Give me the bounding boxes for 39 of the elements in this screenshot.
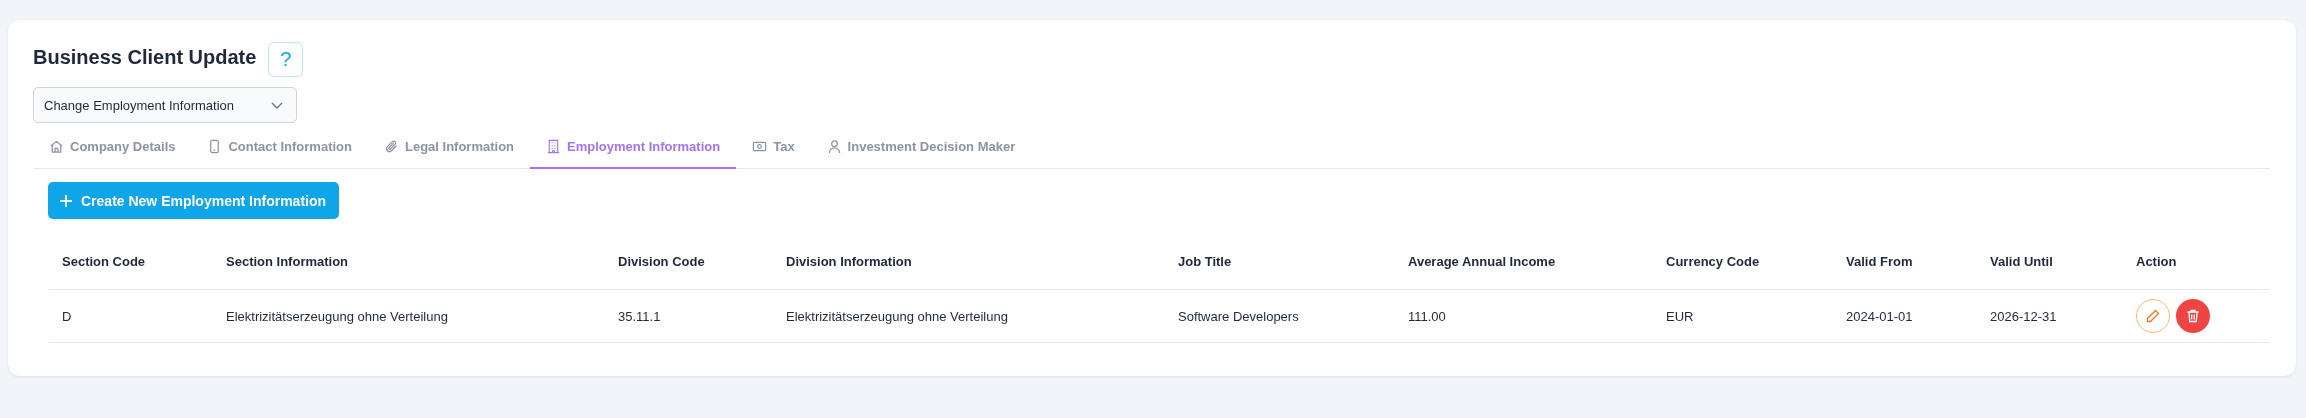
tab[interactable]: Company Details: [33, 129, 192, 169]
action-select[interactable]: Change Employment Information: [33, 87, 297, 123]
column-header: Average Annual Income: [1407, 253, 1557, 269]
column-header: Currency Code: [1665, 253, 1761, 269]
table-cell-text: 2024-01-01: [1845, 308, 1914, 324]
column-header: Valid From: [1845, 253, 1914, 269]
table-cell-text: 2026-12-31: [1989, 308, 2058, 324]
table-cell-text: Elektrizitätserzeugung ohne Verteilung: [785, 308, 1009, 324]
create-button[interactable]: Create New Employment Information: [48, 182, 340, 219]
column-header: Division Information: [785, 253, 913, 269]
column-header: Division Code: [617, 253, 706, 269]
table-cell-text: D: [61, 308, 73, 324]
delete-button[interactable]: [2176, 299, 2210, 333]
tab[interactable]: Contact Information: [191, 129, 368, 169]
table-cell-text: EUR: [1665, 308, 1695, 324]
tab[interactable]: Legal Information: [368, 129, 531, 169]
building-icon: [546, 139, 562, 154]
table-cell-text: 111.00: [1407, 308, 1447, 324]
edit-button[interactable]: [2136, 299, 2170, 333]
home-icon: [49, 139, 64, 154]
tab[interactable]: Tax: [736, 129, 811, 169]
user-icon: [826, 139, 842, 154]
table-cell-text: 35.11.1: [617, 308, 662, 324]
tab[interactable]: Employment Information: [530, 129, 737, 169]
pencil-icon: [2145, 308, 2161, 324]
column-header: Section Code: [61, 253, 147, 269]
column-header: Valid Until: [1989, 253, 2054, 269]
column-header: Action: [2135, 253, 2178, 269]
trash-icon: [2185, 308, 2201, 324]
table-cell-text: Software Developers: [1177, 308, 1300, 324]
help-button[interactable]: ?: [268, 42, 304, 77]
plus-icon: [59, 193, 73, 208]
table-cell-text: Elektrizitätserzeugung ohne Verteilung: [225, 308, 449, 324]
column-header: Section Information: [225, 253, 350, 269]
column-header: Job Title: [1177, 253, 1233, 269]
tab[interactable]: Investment Decision Maker: [810, 129, 1032, 169]
paperclip-icon: [384, 139, 399, 154]
cash-icon: [752, 139, 768, 154]
page-title: Business Client Update: [33, 46, 257, 69]
